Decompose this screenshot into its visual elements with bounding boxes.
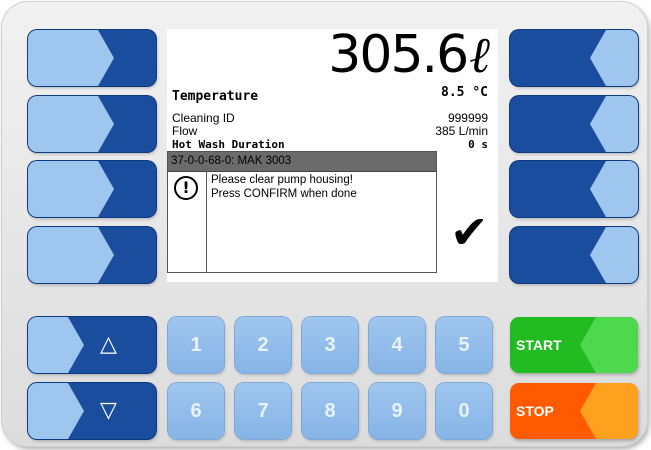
dialog-message: Please clear pump housing! Press CONFIRM… — [206, 171, 436, 272]
flow-value: 385 L/min — [435, 124, 488, 138]
down-arrow-icon: ▽ — [100, 398, 117, 423]
flow-label: Flow — [172, 124, 198, 138]
hot-wash-label: Hot Wash Duration — [172, 138, 285, 151]
right-softkey-4-confirm[interactable] — [510, 227, 638, 283]
confirm-check-icon: ✔ — [450, 205, 489, 259]
left-softkey-4[interactable] — [28, 227, 156, 283]
temperature-value: 8.5 °C — [441, 85, 488, 100]
number-key-6[interactable]: 6 — [168, 383, 224, 439]
stop-button[interactable]: STOP — [510, 383, 638, 439]
cleaning-id-row: Cleaning ID 999999 — [172, 111, 488, 125]
left-softkey-3[interactable] — [28, 161, 156, 217]
left-softkey-1[interactable] — [28, 30, 156, 86]
right-softkey-1[interactable] — [510, 30, 638, 86]
display-screen: 305.6ℓ Temperature 8.5 °C Cleaning ID 99… — [167, 29, 498, 282]
up-arrow-icon: △ — [100, 332, 117, 357]
cleaning-id-label: Cleaning ID — [172, 111, 235, 125]
up-key[interactable]: △ — [28, 317, 156, 373]
start-button[interactable]: START — [510, 317, 638, 373]
number-key-9[interactable]: 9 — [369, 383, 425, 439]
warning-icon: ! — [174, 176, 198, 200]
number-key-1[interactable]: 1 — [168, 317, 224, 373]
right-softkey-3[interactable] — [510, 161, 638, 217]
start-label: START — [516, 337, 562, 353]
dialog-title: 37-0-0-68-0: MAK 3003 — [168, 152, 436, 172]
number-key-2[interactable]: 2 — [235, 317, 291, 373]
number-key-7[interactable]: 7 — [235, 383, 291, 439]
volume-readout: 305.6ℓ — [328, 29, 490, 85]
number-key-8[interactable]: 8 — [302, 383, 358, 439]
number-key-5[interactable]: 5 — [436, 317, 492, 373]
hot-wash-value: 0 s — [468, 138, 488, 151]
flow-row: Flow 385 L/min — [172, 124, 488, 138]
stop-label: STOP — [516, 403, 554, 419]
number-key-4[interactable]: 4 — [369, 317, 425, 373]
number-key-3[interactable]: 3 — [302, 317, 358, 373]
hot-wash-row: Hot Wash Duration 0 s — [172, 138, 488, 151]
dialog-line-1: Please clear pump housing! — [211, 174, 353, 186]
volume-unit: ℓ — [469, 29, 490, 84]
alert-dialog: 37-0-0-68-0: MAK 3003 ! Please clear pum… — [167, 151, 437, 273]
left-softkey-2[interactable] — [28, 96, 156, 152]
temperature-label: Temperature — [172, 89, 259, 104]
right-softkey-2[interactable] — [510, 96, 638, 152]
cleaning-id-value: 999999 — [447, 111, 488, 125]
down-key[interactable]: ▽ — [28, 383, 156, 439]
temperature-row: Temperature 8.5 °C — [172, 85, 488, 104]
number-key-0[interactable]: 0 — [436, 383, 492, 439]
dialog-line-2: Press CONFIRM when done — [211, 188, 357, 200]
